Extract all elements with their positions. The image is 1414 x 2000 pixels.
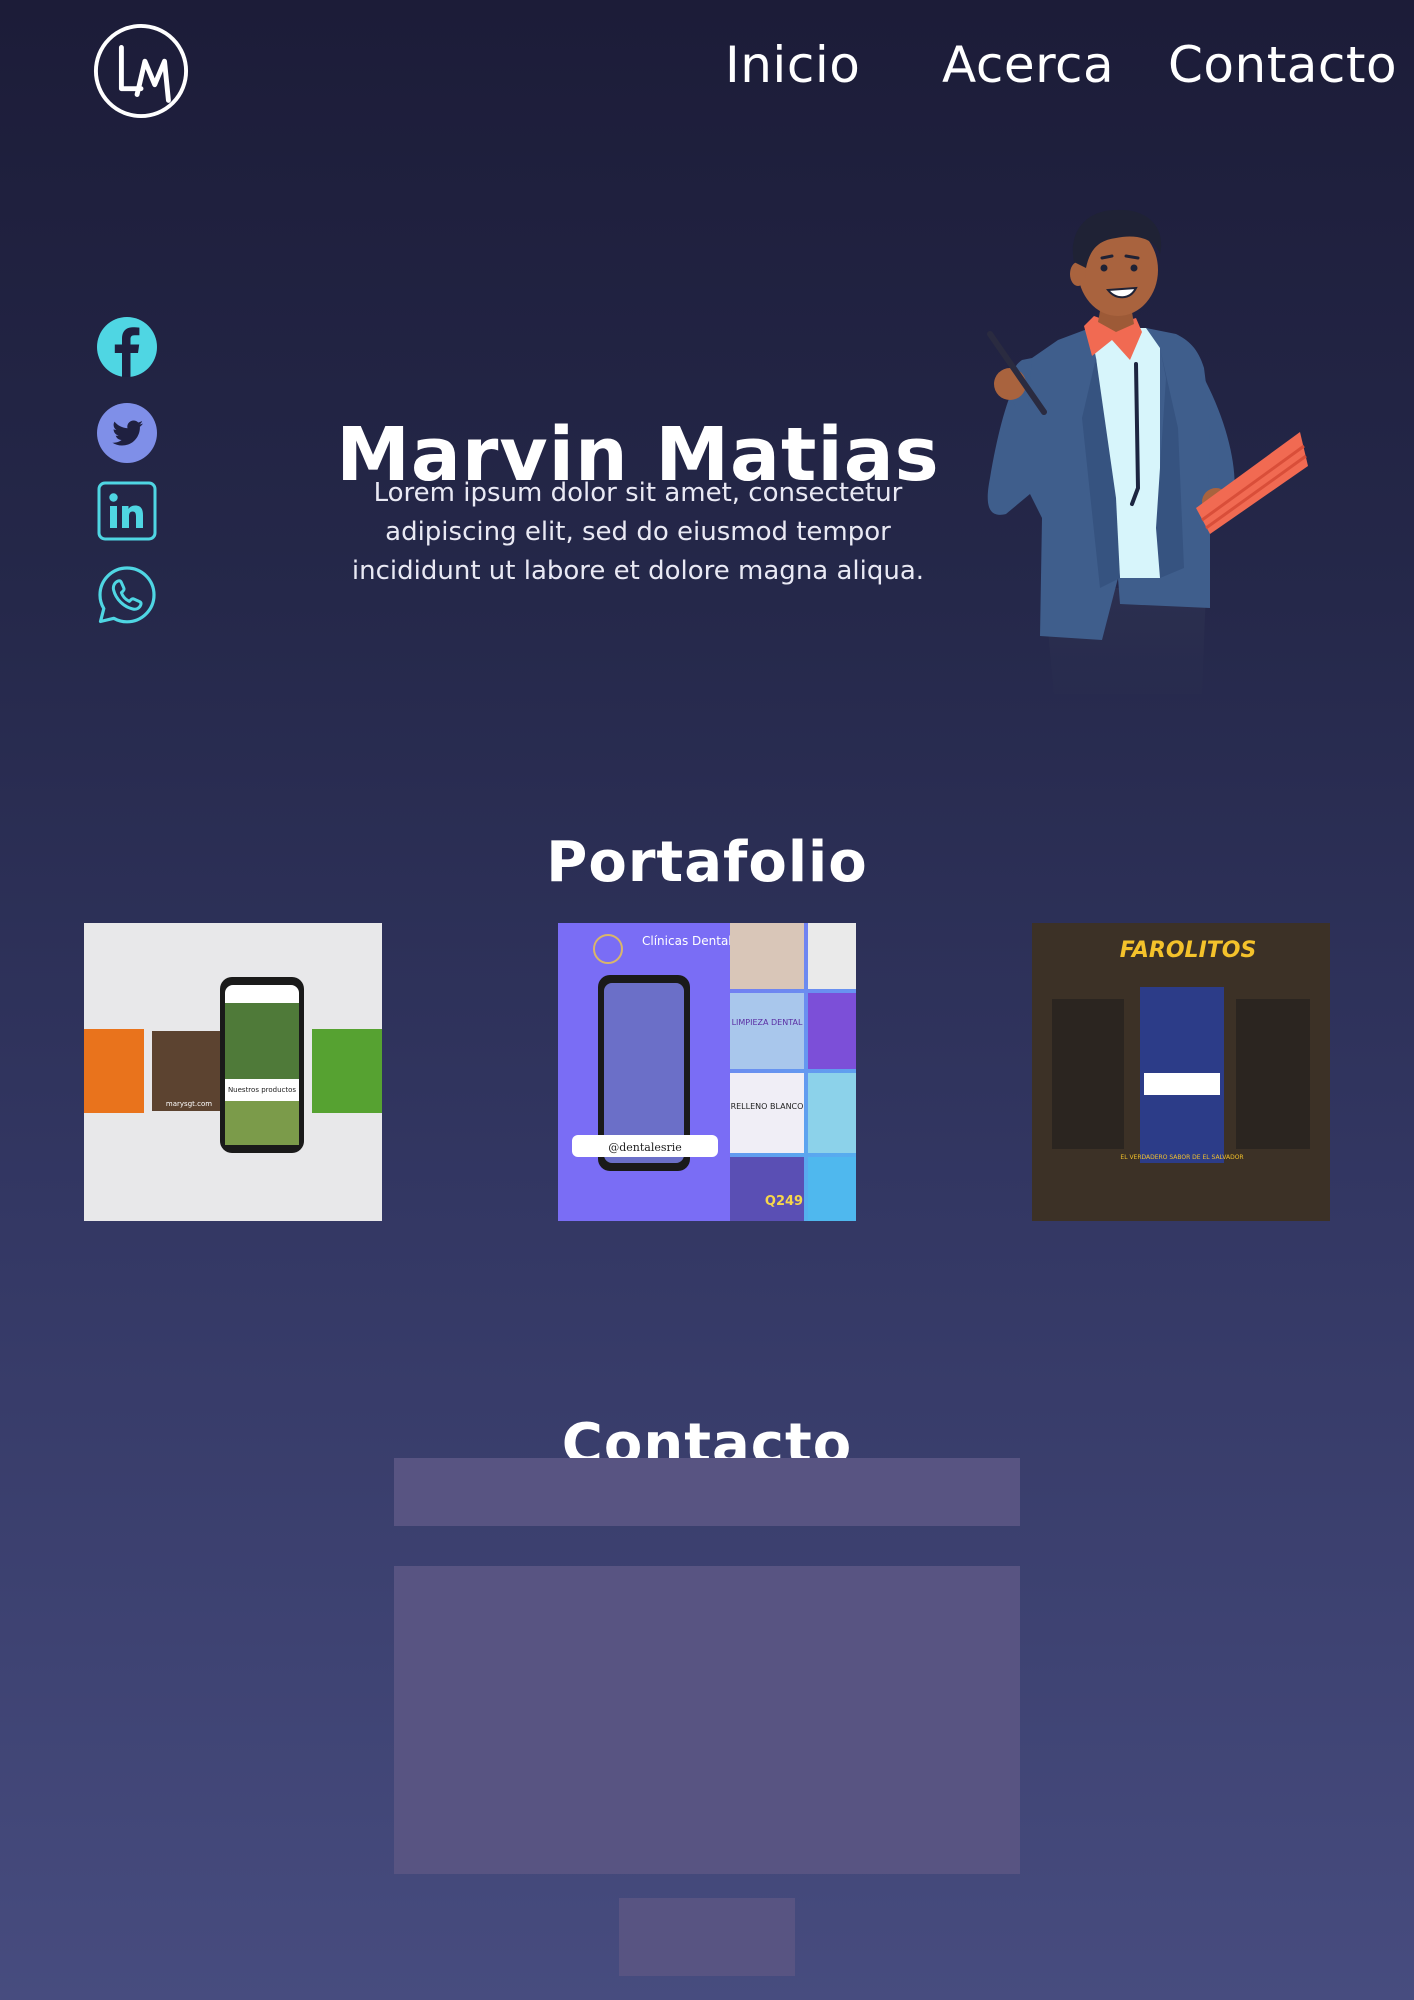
portfolio-item-dentales[interactable]: Clínicas Dentales @dentalesrie LIMPIEZA … <box>558 923 856 1221</box>
nav-contacto-link[interactable]: Contacto <box>1168 36 1397 94</box>
mockup-caption: Nuestros productos <box>228 1086 296 1094</box>
portfolio-item-farolitos[interactable]: FAROLITOS EL VERDADERO SABOR DE EL SALVA… <box>1032 923 1330 1221</box>
dentales-handle: @dentalesrie <box>608 1141 682 1154</box>
twitter-icon[interactable] <box>96 402 158 464</box>
mockup-site: marysgt.com <box>166 1100 212 1108</box>
farolitos-tagline: EL VERDADERO SABOR DE EL SALVADOR <box>1120 1154 1243 1161</box>
contact-message-textarea[interactable] <box>394 1566 1020 1874</box>
contact-name-input[interactable] <box>394 1458 1020 1526</box>
main-nav: Inicio Acerca Contacto <box>0 36 1414 106</box>
farolitos-title: FAROLITOS <box>1120 938 1257 963</box>
contact-submit-button[interactable] <box>619 1898 795 1976</box>
marys-mockup-image: Nuestros productos marysgt.com <box>84 923 382 1221</box>
facebook-icon[interactable] <box>96 316 158 378</box>
dentales-price: Q249 <box>765 1194 803 1209</box>
nav-acerca-link[interactable]: Acerca <box>942 36 1114 94</box>
portfolio-title: Portafolio <box>546 830 868 896</box>
presenter-illustration <box>987 209 1308 694</box>
dentales-title: Clínicas Dentales <box>642 934 745 948</box>
dentales-offer-2: RELLENO BLANCO <box>731 1102 804 1111</box>
nav-inicio-link[interactable]: Inicio <box>725 36 860 94</box>
hero-description: Lorem ipsum dolor sit amet, consectetur … <box>351 478 925 586</box>
whatsapp-icon[interactable] <box>96 564 158 626</box>
dentales-offer-1: LIMPIEZA DENTAL <box>732 1018 803 1027</box>
dentales-mockup-image: Clínicas Dentales @dentalesrie LIMPIEZA … <box>558 923 856 1221</box>
linkedin-icon[interactable] <box>96 480 158 542</box>
farolitos-mockup-image: FAROLITOS EL VERDADERO SABOR DE EL SALVA… <box>1032 923 1330 1221</box>
portfolio-item-marys[interactable]: Nuestros productos marysgt.com <box>84 923 382 1221</box>
